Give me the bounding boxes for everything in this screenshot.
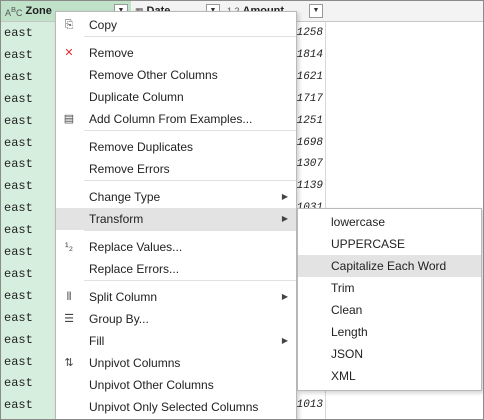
context-menu: ⎘ Copy ✕ Remove Remove Other Columns Duplicat… [55,11,297,419]
submenu-item-label: lowercase [331,215,386,229]
menu-item-replace-errors[interactable]: Replace Errors... [56,258,296,280]
menu-item-label: Change Type [89,190,161,204]
cell-zone[interactable]: east [4,416,33,419]
menu-item-replace-values[interactable]: ¹₂ Replace Values... [56,236,296,258]
menu-separator [84,230,296,231]
menu-item-add-column-from-examples[interactable]: ▤ Add Column From Examples... [56,108,296,130]
submenu-arrow-icon: ▶ [281,214,288,223]
cell-zone[interactable]: east [4,394,33,416]
filter-dropdown-icon[interactable]: ▼ [309,4,323,18]
menu-item-label: Unpivot Only Selected Columns [89,400,259,414]
menu-item-remove-errors[interactable]: Remove Errors [56,158,296,180]
menu-item-label: Group By... [89,312,149,326]
submenu-item-length[interactable]: Length [298,321,481,343]
cell-zone[interactable]: east [4,219,33,241]
cell-zone[interactable]: east [4,88,33,110]
menu-item-label: Replace Values... [89,240,183,254]
submenu-item-label: JSON [331,347,364,361]
menu-item-label: Replace Errors... [89,262,180,276]
text-type-icon[interactable]: ABC [5,5,23,18]
menu-item-remove-other-columns[interactable]: Remove Other Columns [56,64,296,86]
menu-item-split-column[interactable]: ⫴ Split Column ▶ [56,286,296,308]
menu-separator [84,180,296,181]
split-column-icon: ⫴ [66,291,72,303]
menu-item-label: Fill [89,334,105,348]
submenu-item-trim[interactable]: Trim [298,277,481,299]
cell-zone[interactable]: east [4,351,33,373]
menu-item-label: Transform [89,212,144,226]
column-name: Zone [25,5,52,17]
submenu-item-clean[interactable]: Clean [298,299,481,321]
submenu-arrow-icon: ▶ [281,292,288,301]
submenu-item-json[interactable]: JSON [298,343,481,365]
submenu-item-label: Trim [331,281,355,295]
submenu-arrow-icon: ▶ [281,336,288,345]
submenu-item-xml[interactable]: XML [298,365,481,387]
menu-item-remove[interactable]: ✕ Remove [56,42,296,64]
menu-item-label: Unpivot Columns [89,356,181,370]
submenu-item-lowercase[interactable]: lowercase [298,211,481,233]
menu-item-label: Remove [89,46,134,60]
cell-zone[interactable]: east [4,263,33,285]
cell-zone[interactable]: east [4,285,33,307]
menu-item-fill[interactable]: Fill ▶ [56,330,296,352]
unpivot-icon: ⇅ [64,357,74,369]
cell-zone[interactable]: east [4,329,33,351]
menu-item-remove-duplicates[interactable]: Remove Duplicates [56,136,296,158]
cell-zone[interactable]: east [4,241,33,263]
menu-item-change-type[interactable]: Change Type ▶ [56,186,296,208]
menu-separator [84,280,296,281]
submenu-item-label: Clean [331,303,363,317]
cell-zone[interactable]: east [4,307,33,329]
cell-zone[interactable]: east [4,66,33,88]
transform-submenu: lowercase UPPERCASE Capitalize Each Word Tr… [297,208,482,391]
cell-zone[interactable]: east [4,153,33,175]
menu-item-label: Remove Duplicates [89,140,194,154]
cell-zone[interactable]: east [4,372,33,394]
cell-zone[interactable]: east [4,22,33,44]
cell-zone[interactable]: east [4,132,33,154]
submenu-item-label: UPPERCASE [331,237,406,251]
menu-item-transform[interactable]: Transform ▶ [56,208,296,230]
query-editor: ABC Zone ▼ ▦ Date ▼ 1.2 Amount ▼ easteas… [0,0,484,420]
copy-icon: ⎘ [64,19,74,31]
submenu-item-label: Capitalize Each Word [331,259,447,273]
submenu-item-label: XML [331,369,356,383]
menu-item-unpivot-other-columns[interactable]: Unpivot Other Columns [56,374,296,396]
cell-zone[interactable]: east [4,44,33,66]
menu-item-label: Copy [89,18,118,32]
menu-item-unpivot-only-selected-columns[interactable]: Unpivot Only Selected Columns [56,396,296,418]
menu-item-group-by[interactable]: ☰ Group By... [56,308,296,330]
submenu-item-uppercase[interactable]: UPPERCASE [298,233,481,255]
replace-values-icon: ¹₂ [65,241,73,253]
remove-icon: ✕ [64,47,74,59]
menu-item-label: Duplicate Column [89,90,184,104]
group-by-icon: ☰ [64,313,74,325]
menu-item-label: Split Column [89,290,158,304]
cell-zone[interactable]: east [4,175,33,197]
menu-item-copy[interactable]: ⎘ Copy [56,14,296,36]
examples-icon: ▤ [63,113,75,125]
submenu-item-label: Length [331,325,368,339]
submenu-item-capitalize-each-word[interactable]: Capitalize Each Word [298,255,481,277]
menu-separator [84,130,296,131]
cell-zone[interactable]: east [4,110,33,132]
menu-item-label: Remove Other Columns [89,68,218,82]
menu-item-unpivot-columns[interactable]: ⇅ Unpivot Columns [56,352,296,374]
menu-item-label: Add Column From Examples... [89,112,253,126]
cell-zone[interactable]: east [4,197,33,219]
submenu-arrow-icon: ▶ [281,192,288,201]
menu-item-label: Unpivot Other Columns [89,378,214,392]
menu-item-duplicate-column[interactable]: Duplicate Column [56,86,296,108]
menu-item-label: Remove Errors [89,162,170,176]
menu-separator [84,36,296,37]
